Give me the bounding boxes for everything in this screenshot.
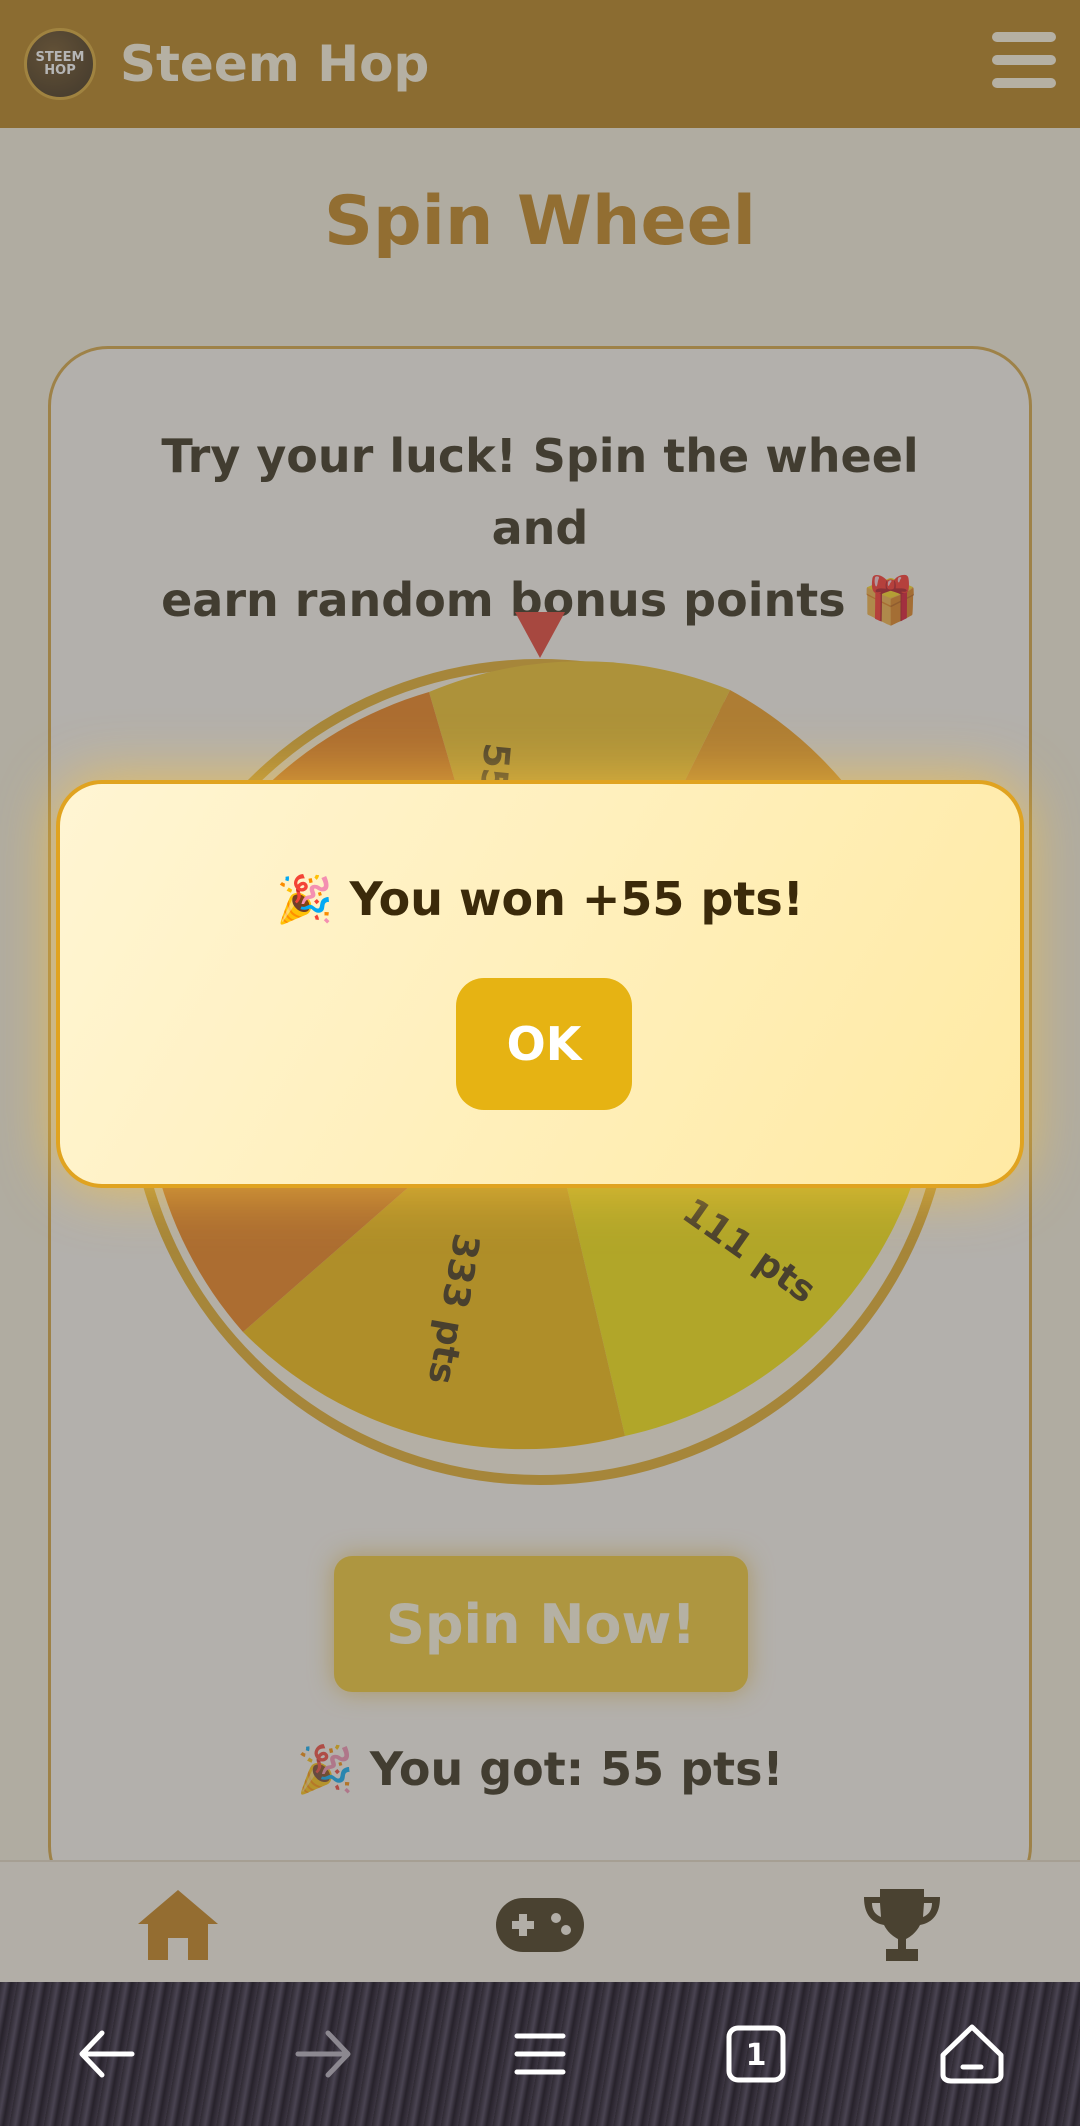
win-message: 🎉 You won +55 pts! [276,872,804,926]
menu-lines-icon [514,2033,566,2075]
ok-button[interactable]: OK [456,978,632,1110]
browser-home-button[interactable] [932,2014,1012,2094]
win-dialog: 🎉 You won +55 pts! OK [56,780,1024,1188]
system-navigation-bar: 1 [0,1982,1080,2126]
tabs-icon: 1 [726,2025,786,2083]
back-button[interactable] [66,2014,146,2094]
back-arrow-icon [79,2030,135,2078]
browser-menu-button[interactable] [500,2014,580,2094]
tabs-count: 1 [746,2038,767,2073]
forward-button[interactable] [284,2014,364,2094]
forward-arrow-icon [295,2030,351,2078]
app-root: STEEM HOP Steem Hop Spin Wheel Try your … [0,0,1080,2126]
home-outline-icon [940,2024,1004,2084]
tabs-button[interactable]: 1 [716,2014,796,2094]
